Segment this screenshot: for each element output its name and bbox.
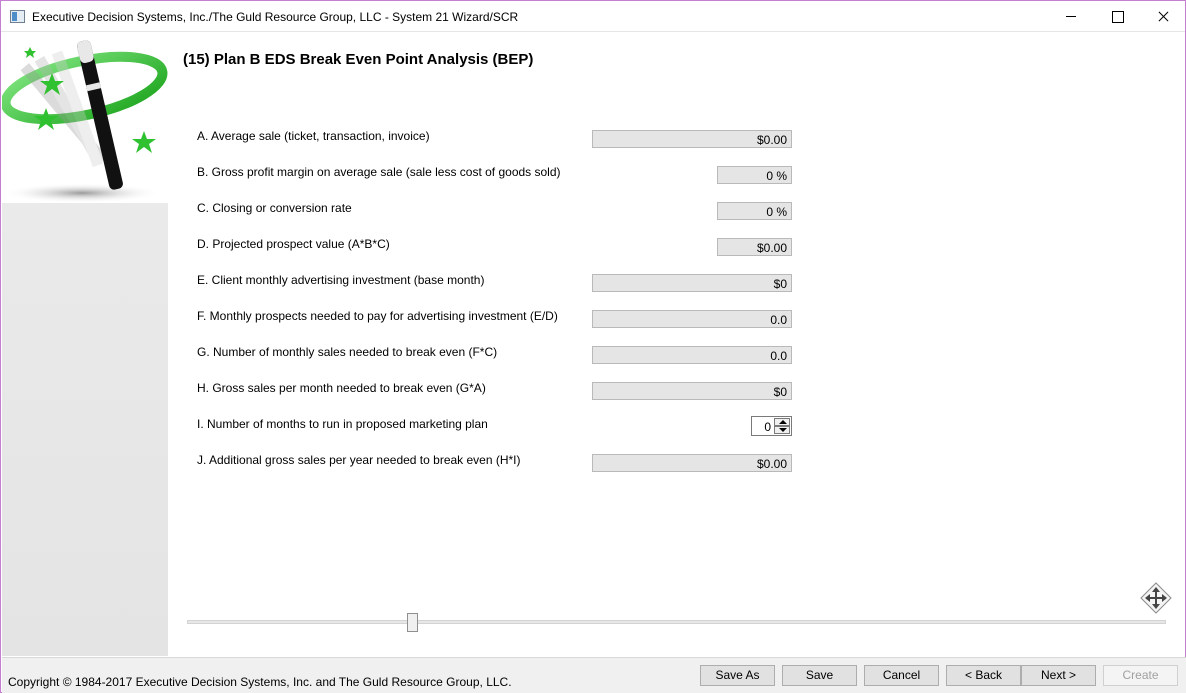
months-value: 0: [764, 420, 771, 434]
page-title: (15) Plan B EDS Break Even Point Analysi…: [183, 51, 534, 68]
stepper-up-icon[interactable]: [774, 418, 790, 426]
save-as-button[interactable]: Save As: [700, 665, 775, 686]
copyright-text: Copyright © 1984-2017 Executive Decision…: [8, 675, 512, 689]
gross-profit-margin-field[interactable]: 0 %: [717, 166, 792, 184]
gross-sales-year-field: $0.00: [592, 454, 792, 472]
window-title: Executive Decision Systems, Inc./The Gul…: [32, 10, 519, 24]
row-c-label: C. Closing or conversion rate: [197, 201, 352, 215]
advertising-investment-field[interactable]: $0: [592, 274, 792, 292]
row-d-label: D. Projected prospect value (A*B*C): [197, 237, 390, 251]
create-button: Create: [1103, 665, 1178, 686]
row-b-label: B. Gross profit margin on average sale (…: [197, 165, 561, 179]
slider-thumb[interactable]: [407, 613, 418, 632]
row-f-label: F. Monthly prospects needed to pay for a…: [197, 309, 558, 323]
next-button[interactable]: Next >: [1021, 665, 1096, 686]
title-bar[interactable]: Executive Decision Systems, Inc./The Gul…: [1, 1, 1185, 32]
row-h-label: H. Gross sales per month needed to break…: [197, 381, 486, 395]
row-i-label: I. Number of months to run in proposed m…: [197, 417, 488, 431]
back-button[interactable]: < Back: [946, 665, 1021, 686]
stepper-down-icon[interactable]: [774, 426, 790, 434]
minimize-button[interactable]: [1048, 1, 1094, 32]
row-j-label: J. Additional gross sales per year neede…: [197, 453, 521, 467]
app-icon[interactable]: [10, 10, 25, 23]
closing-rate-field[interactable]: 0 %: [717, 202, 792, 220]
move-arrows-icon[interactable]: [1140, 582, 1172, 614]
monthly-sales-field: 0.0: [592, 346, 792, 364]
row-e-label: E. Client monthly advertising investment…: [197, 273, 485, 287]
wizard-window: Executive Decision Systems, Inc./The Gul…: [0, 0, 1186, 693]
average-sale-field[interactable]: $0.00: [592, 130, 792, 148]
slider-track[interactable]: [187, 620, 1166, 624]
gross-sales-month-field: $0: [592, 382, 792, 400]
save-button[interactable]: Save: [782, 665, 857, 686]
cancel-button[interactable]: Cancel: [864, 665, 939, 686]
row-a-label: A. Average sale (ticket, transaction, in…: [197, 129, 430, 143]
maximize-button[interactable]: [1094, 1, 1140, 32]
magic-wand-icon: [0, 33, 168, 203]
close-button[interactable]: [1140, 1, 1186, 32]
row-g-label: G. Number of monthly sales needed to bre…: [197, 345, 498, 359]
months-stepper[interactable]: 0: [751, 416, 792, 436]
prospect-value-field: $0.00: [717, 238, 792, 256]
monthly-prospects-field: 0.0: [592, 310, 792, 328]
left-panel: [0, 33, 168, 656]
